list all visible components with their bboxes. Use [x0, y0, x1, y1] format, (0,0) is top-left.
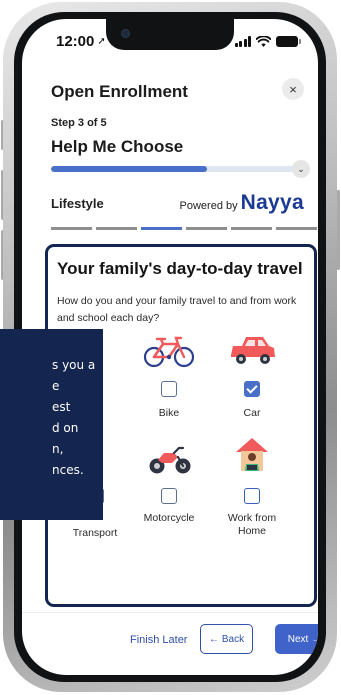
arrow-left-icon: ← — [208, 633, 219, 645]
tooltip-line: nces. — [52, 463, 84, 477]
section-label: Lifestyle — [51, 196, 104, 211]
tooltip-line: n, — [52, 442, 64, 456]
close-button[interactable]: × — [282, 78, 304, 100]
chevron-down-icon[interactable]: ⌄ — [292, 160, 310, 178]
status-time-text: 12:00 — [56, 33, 95, 50]
tooltip-line: est — [52, 400, 71, 414]
transport-label: Transport — [72, 527, 118, 539]
house-icon — [236, 438, 268, 471]
front-camera-icon — [121, 29, 130, 38]
work-from-home-checkbox[interactable] — [244, 488, 260, 504]
step-progress-bar — [51, 166, 307, 172]
back-button[interactable]: ← Back — [200, 624, 253, 654]
step-progress-fill — [51, 166, 208, 172]
tooltip-line: e — [52, 379, 60, 393]
tooltip-line: s you a — [52, 358, 96, 372]
wifi-icon — [256, 36, 271, 47]
tooltip-overlay: s you a e est d on n, nces. — [0, 329, 103, 520]
bicycle-icon — [143, 336, 195, 368]
section-segment — [51, 227, 92, 230]
nayya-logo: Nayya — [240, 191, 304, 214]
arrow-right-icon: → — [311, 633, 318, 645]
section-progress-segments — [51, 227, 317, 230]
motorcycle-checkbox[interactable] — [161, 488, 177, 504]
car-icon — [231, 337, 275, 364]
step-title: Help Me Choose — [51, 137, 184, 156]
bike-checkbox[interactable] — [161, 381, 177, 397]
footer-divider — [22, 612, 318, 613]
bike-label: Bike — [158, 407, 180, 419]
car-checkbox[interactable] — [244, 381, 260, 397]
car-label: Car — [243, 407, 261, 419]
tooltip-line: d on — [52, 421, 79, 435]
section-segment — [231, 227, 272, 230]
status-icons — [234, 36, 301, 47]
status-time: 12:00 ➚ — [56, 33, 106, 50]
question-text: How do you and your family travel to and… — [57, 295, 297, 324]
powered-by-text: Powered by — [179, 200, 238, 212]
back-button-label: Back — [221, 633, 245, 645]
step-counter: Step 3 of 5 — [51, 117, 107, 129]
section-segment — [141, 227, 182, 230]
motorcycle-icon — [149, 446, 191, 474]
section-segment — [186, 227, 227, 230]
page-title: Open Enrollment — [51, 82, 188, 101]
next-button[interactable]: Next → — [275, 624, 318, 654]
location-arrow-icon: ➚ — [97, 36, 106, 47]
motorcycle-label: Motorcycle — [143, 512, 195, 524]
powered-by-badge: Powered by Nayya — [180, 191, 304, 215]
finish-later-link[interactable]: Finish Later — [130, 634, 187, 646]
section-segment — [276, 227, 317, 230]
work-from-home-label: Work from Home — [227, 512, 277, 537]
question-title: Your family's day-to-day travel — [57, 259, 303, 278]
next-button-label: Next — [287, 633, 309, 645]
battery-icon — [276, 36, 301, 47]
cellular-signal-icon — [234, 36, 251, 47]
section-segment — [96, 227, 137, 230]
